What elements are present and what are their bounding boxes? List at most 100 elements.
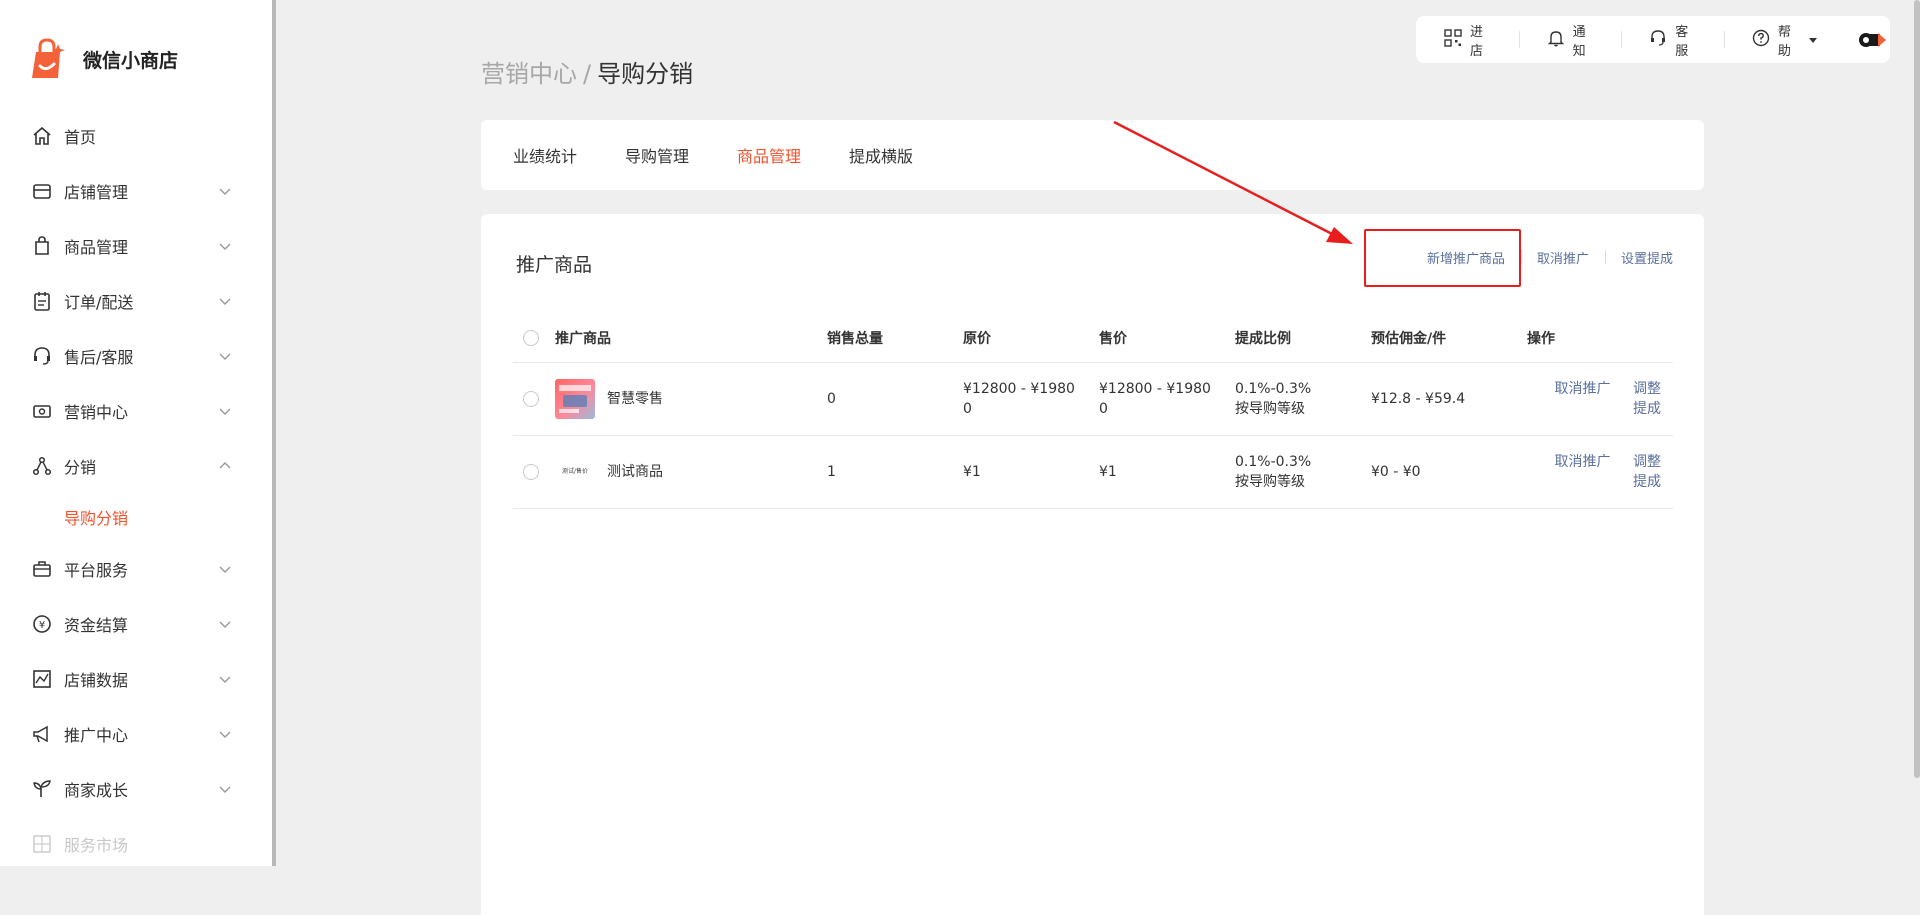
sidebar-item-marketing[interactable]: 营销中心 [0, 383, 272, 438]
sidebar-item-label: 商品管理 [64, 237, 129, 257]
sidebar-item-label: 资金结算 [64, 615, 129, 635]
home-icon [30, 124, 54, 148]
chart-icon [30, 667, 54, 691]
notify-button[interactable]: 通知 [1518, 16, 1622, 63]
sidebar-item-distribution[interactable]: 分销 [0, 438, 272, 493]
sidebar-item-promotion[interactable]: 推广中心 [0, 706, 272, 761]
original-price: ¥12800 - ¥1980 0 [963, 362, 1099, 436]
row-cancel-promotion-link[interactable]: 取消推广 [1555, 454, 1611, 470]
brand[interactable]: 微信小商店 [28, 38, 178, 80]
sidebar-item-label: 店铺管理 [64, 182, 129, 202]
select-all-radio[interactable] [523, 329, 539, 346]
page-scrollbar[interactable] [1914, 0, 1920, 778]
top-toolbar: 进店 通知 客服 帮助 [1416, 16, 1890, 63]
column-header: 原价 [963, 314, 1099, 363]
table-row: 智慧零售 0 ¥12800 - ¥1980 0 ¥12800 - ¥1980 0… [513, 362, 1673, 436]
table-row: 测试/售价 测试商品 1 ¥1 ¥1 0.1%-0.3% 按导购等级 ¥0 - … [513, 435, 1673, 509]
tab-guide-management[interactable]: 导购管理 [625, 143, 689, 167]
column-header: 提成比例 [1235, 314, 1371, 363]
share-nodes-icon [30, 454, 54, 478]
sidebar-item-label: 推广中心 [64, 725, 129, 745]
product-cell: 智慧零售 [555, 378, 827, 419]
qr-code-icon [1444, 28, 1462, 51]
sidebar-item-orders[interactable]: 订单/配送 [0, 273, 272, 328]
commission-ratio: 0.1%-0.3% 按导购等级 [1235, 362, 1371, 436]
sprout-icon [30, 777, 54, 801]
column-header: 预估佣金/件 [1371, 314, 1527, 363]
chevron-down-icon [218, 183, 232, 197]
breadcrumb-parent[interactable]: 营销中心 [481, 60, 577, 88]
sidebar-item-label: 店铺数据 [64, 670, 129, 690]
briefcase-icon [30, 557, 54, 581]
add-promoted-goods-button[interactable]: 新增推广商品 [1411, 248, 1521, 267]
column-header: 操作 [1527, 314, 1673, 363]
sales-total: 1 [827, 435, 963, 509]
product-thumbnail [555, 378, 595, 419]
estimated-commission: ¥12.8 - ¥59.4 [1371, 362, 1527, 436]
sidebar-item-label: 商家成长 [64, 780, 129, 800]
sidebar-subitem-guide-distribution[interactable]: 导购分销 [0, 493, 272, 541]
table-header-row: 推广商品 销售总量 原价 售价 提成比例 预估佣金/件 操作 [513, 314, 1673, 363]
tab-performance[interactable]: 业绩统计 [513, 143, 577, 167]
sidebar-item-finance[interactable]: ¥ 资金结算 [0, 596, 272, 651]
sidebar-item-label: 平台服务 [64, 560, 129, 580]
svg-text:¥: ¥ [39, 620, 45, 631]
sidebar-item-label: 售后/客服 [64, 347, 134, 367]
row-select-radio[interactable] [523, 390, 539, 407]
sidebar-menu: 首页 店铺管理 商品管理 订单/配送 售后/客服 营销中心 分销 导购分销 平台… [0, 108, 272, 871]
enter-store-button[interactable]: 进店 [1416, 16, 1519, 63]
headset-icon [30, 344, 54, 368]
tab-bar: 业绩统计 导购管理 商品管理 提成横版 [481, 120, 1704, 190]
estimated-commission: ¥0 - ¥0 [1371, 435, 1527, 509]
row-adjust-commission-link[interactable]: 调整提成 [1633, 454, 1661, 490]
chevron-down-icon [218, 293, 232, 307]
question-circle-icon [1752, 29, 1770, 51]
row-select-radio[interactable] [523, 463, 539, 480]
tab-goods-management[interactable]: 商品管理 [737, 143, 801, 167]
sidebar-item-goods[interactable]: 商品管理 [0, 218, 272, 273]
original-price: ¥1 [963, 435, 1099, 509]
headset-icon [1649, 29, 1667, 51]
row-cancel-promotion-link[interactable]: 取消推广 [1555, 381, 1611, 397]
tab-commission-template[interactable]: 提成横版 [849, 143, 913, 167]
product-name: 测试商品 [607, 463, 663, 480]
column-header: 售价 [1099, 314, 1235, 363]
commission-ratio-range: 0.1%-0.3% [1235, 453, 1312, 470]
sidebar: 微信小商店 首页 店铺管理 商品管理 订单/配送 售后/客服 营销中心 分销 导… [0, 0, 272, 866]
cancel-promotion-button[interactable]: 取消推广 [1520, 248, 1605, 267]
set-commission-button[interactable]: 设置提成 [1604, 248, 1673, 267]
customer-service-button[interactable]: 客服 [1621, 16, 1724, 63]
column-header: 推广商品 [555, 314, 827, 363]
breadcrumb-separator: / [583, 60, 592, 88]
promoted-goods-card: 推广商品 新增推广商品 取消推广 设置提成 推广商品 销售总量 原价 售价 提成… [481, 214, 1704, 915]
sale-price: ¥12800 - ¥1980 0 [1099, 362, 1235, 436]
notify-label: 通知 [1572, 24, 1586, 59]
sidebar-item-data[interactable]: 店铺数据 [0, 651, 272, 706]
sidebar-item-aftersale[interactable]: 售后/客服 [0, 328, 272, 383]
breadcrumb: 营销中心 / 导购分销 [481, 54, 693, 89]
sidebar-item-store[interactable]: 店铺管理 [0, 163, 272, 218]
caret-down-icon [1808, 30, 1818, 49]
ticket-icon [30, 399, 54, 423]
store-icon [30, 179, 54, 203]
shop-bag-logo-icon [28, 38, 68, 80]
sidebar-item-label: 营销中心 [64, 402, 129, 422]
product-cell: 测试/售价 测试商品 [555, 451, 827, 492]
sidebar-item-platform[interactable]: 平台服务 [0, 541, 272, 596]
avatar[interactable] [1858, 28, 1890, 52]
section-title: 推广商品 [516, 254, 593, 276]
commission-ratio-range: 0.1%-0.3% [1235, 380, 1312, 397]
product-thumbnail: 测试/售价 [555, 451, 595, 492]
chevron-up-icon [218, 458, 232, 472]
megaphone-icon [30, 722, 54, 746]
help-dropdown[interactable]: 帮助 [1723, 16, 1842, 63]
row-adjust-commission-link[interactable]: 调整提成 [1633, 381, 1661, 417]
sidebar-divider [272, 0, 276, 866]
promoted-goods-table: 推广商品 销售总量 原价 售价 提成比例 预估佣金/件 操作 智慧零售 0 ¥1… [513, 314, 1673, 509]
section-actions: 新增推广商品 取消推广 设置提成 [1411, 248, 1673, 267]
puzzle-icon [30, 832, 54, 856]
sidebar-item-label: 服务市场 [64, 835, 129, 855]
chevron-down-icon [218, 616, 232, 630]
sidebar-item-home[interactable]: 首页 [0, 108, 272, 163]
sidebar-item-growth[interactable]: 商家成长 [0, 761, 272, 816]
